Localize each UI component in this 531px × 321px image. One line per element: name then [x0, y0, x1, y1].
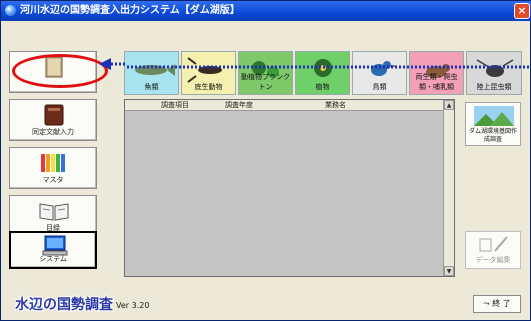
scroll-down-icon[interactable]: ▼ — [444, 266, 454, 276]
exit-icon: ⤳ — [483, 299, 493, 308]
list-scrollbar[interactable]: ▲ ▼ — [443, 100, 454, 276]
list-header: 調査項目 調査年度 業務名 — [125, 100, 443, 111]
dam-lake-survey-label: ダム湖環境基図作成調査 — [469, 128, 518, 143]
highlight-circle — [12, 54, 108, 88]
scroll-up-icon[interactable]: ▲ — [444, 100, 454, 110]
column-survey-year[interactable]: 調査年度 — [225, 100, 253, 110]
edit-pen-icon — [479, 236, 508, 252]
data-edit-button[interactable]: データ編集 — [465, 231, 521, 269]
system-button[interactable]: システム — [9, 231, 97, 269]
brown-book-icon — [44, 104, 64, 126]
data-edit-label: データ編集 — [475, 256, 511, 264]
category-benthos-label: 底生動物 — [194, 83, 223, 91]
category-insects-label: 陸上昆虫類 — [476, 83, 512, 91]
app-window: 河川水辺の国勢調査入出力システム【ダム湖版】 × 同定文献入力 マスタ 目録 シ… — [0, 0, 531, 321]
version-label: Ver 3.20 — [116, 301, 150, 310]
window-title: 河川水辺の国勢調査入出力システム【ダム湖版】 — [20, 5, 240, 16]
master-label: マスタ — [42, 176, 64, 184]
app-logo: 水辺の国勢調査 — [15, 297, 113, 313]
pointer-arrow-icon — [99, 58, 529, 70]
open-book-icon — [39, 203, 69, 221]
column-project-name[interactable]: 業務名 — [325, 100, 346, 110]
survey-list[interactable]: 調査項目 調査年度 業務名 ▲ ▼ — [124, 99, 455, 277]
binders-icon — [41, 154, 65, 172]
category-amphibians-label: 両生類・爬虫類・哺乳類 — [415, 73, 458, 91]
dam-lake-survey-button[interactable]: ダム湖環境基図作成調査 — [465, 102, 521, 146]
column-survey-item[interactable]: 調査項目 — [161, 100, 189, 110]
reference-input-button[interactable]: 同定文献入力 — [9, 99, 97, 141]
exit-button[interactable]: ⤳ 終 了 — [473, 295, 521, 313]
reference-input-label: 同定文献入力 — [32, 128, 74, 136]
category-fish-label: 魚類 — [144, 83, 159, 91]
exit-label: 終 了 — [492, 299, 511, 308]
title-bar: 河川水辺の国勢調査入出力システム【ダム湖版】 × — [1, 1, 531, 21]
category-plankton-label: 動植物プランクトン — [241, 73, 290, 91]
category-birds-label: 鳥類 — [372, 83, 387, 91]
landscape-map-icon — [474, 106, 514, 126]
close-button[interactable]: × — [514, 3, 530, 19]
system-label: システム — [39, 255, 67, 263]
app-icon — [5, 5, 16, 16]
master-button[interactable]: マスタ — [9, 147, 97, 189]
category-plants-label: 植物 — [315, 83, 330, 91]
